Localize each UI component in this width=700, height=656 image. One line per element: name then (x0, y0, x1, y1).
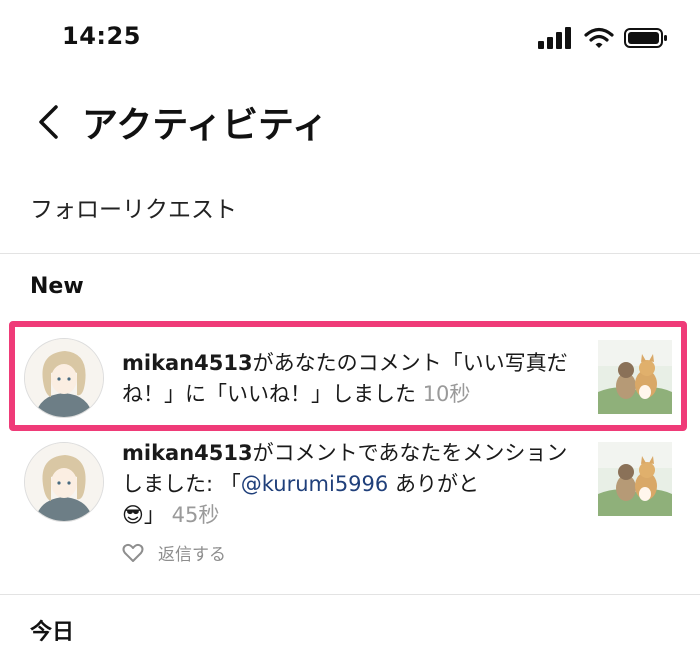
wifi-icon (584, 27, 614, 48)
avatar[interactable] (24, 442, 104, 522)
divider (0, 594, 700, 595)
notification-actions: 返信する (122, 540, 226, 565)
timestamp: 45秒 (171, 503, 220, 527)
highlight-box (9, 321, 687, 431)
battery-icon (624, 28, 667, 48)
heart-icon[interactable] (122, 543, 144, 563)
section-heading-new: New (30, 274, 84, 299)
follow-requests-link[interactable]: フォローリクエスト (30, 190, 237, 224)
emoji: 😎 (122, 503, 144, 527)
signal-icon (538, 27, 571, 49)
section-heading-today: 今日 (30, 620, 75, 645)
reply-button[interactable]: 返信する (158, 540, 226, 565)
back-button[interactable] (36, 103, 66, 141)
mention-link[interactable]: @kurumi5996 (241, 472, 389, 496)
closing-bracket: 」 (143, 503, 165, 527)
status-time: 14:25 (62, 22, 141, 50)
back-chevron-icon (39, 105, 58, 139)
notification-text: mikan4513がコメントであなたをメンションしました: 「@kurumi59… (122, 438, 572, 531)
divider (0, 253, 700, 254)
notification-row-mention[interactable]: mikan4513がコメントであなたをメンションしました: 「@kurumi59… (0, 434, 700, 570)
status-icons (538, 24, 668, 52)
post-thumbnail[interactable] (598, 442, 672, 516)
username-link[interactable]: mikan4513 (122, 441, 253, 465)
page-title: アクティビティ (82, 105, 328, 146)
notification-message-end: ありがと (388, 472, 479, 496)
